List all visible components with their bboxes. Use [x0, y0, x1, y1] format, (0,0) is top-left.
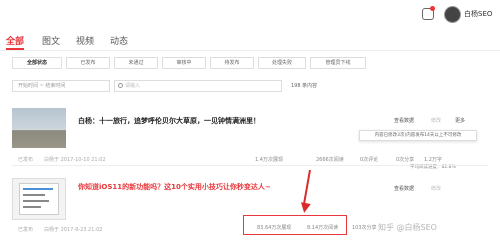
stat-words: 1.2万字 [424, 157, 442, 163]
status-filter-scheduled[interactable]: 待发布 [210, 57, 254, 69]
tab-all[interactable]: 全部 [6, 34, 24, 47]
stat-comments: 0次评论 [360, 157, 379, 163]
thumbnail-line [23, 200, 49, 202]
article-status: 已发布 [18, 157, 34, 163]
stat-reads: 2666次阅读 [316, 157, 344, 163]
edit-button[interactable]: 修改 [431, 185, 441, 192]
tab-moments[interactable]: 动态 [110, 34, 128, 47]
top-bar: 白杨SEO [0, 0, 500, 30]
annotation-arrow [302, 169, 311, 206]
view-data-button[interactable]: 查看数据 [394, 117, 414, 124]
status-filter-published[interactable]: 已发布 [66, 57, 110, 69]
status-filter-reviewing[interactable]: 审核中 [162, 57, 206, 69]
tab-video[interactable]: 视频 [76, 34, 94, 47]
article-title[interactable]: 白杨：十一旅行，追梦呼伦贝尔大草原，一见钟情满洲里！ [78, 116, 260, 126]
search-icon [118, 83, 123, 88]
article-time: 白杨于 2017-10-10 21:02 [44, 157, 106, 163]
stat-impressions: 1.4万次展现 [255, 157, 283, 163]
edit-button[interactable]: 修改 [431, 117, 441, 124]
total-count: 198 条内容 [291, 83, 318, 89]
tab-article[interactable]: 图文 [42, 34, 60, 47]
article-time: 白杨于 2017-9-23 21:02 [44, 227, 103, 233]
watermark: 知乎 @白杨SEO [378, 223, 437, 232]
search-input[interactable]: 请输入 [114, 80, 282, 92]
user-name[interactable]: 白杨SEO [464, 9, 492, 19]
stat-shares: 0次分享 [396, 157, 415, 163]
date-range-picker[interactable]: 开始时间 ~ 结束时间 [12, 80, 110, 92]
thumbnail-line [23, 188, 53, 190]
thumbnail-line [23, 194, 45, 196]
divider [0, 50, 500, 51]
arrow-head-icon [299, 202, 311, 214]
status-filter-admin-offline[interactable]: 管理员下线 [310, 57, 366, 69]
avatar[interactable] [444, 6, 461, 23]
view-data-button[interactable]: 查看数据 [394, 185, 414, 192]
status-filter-rejected[interactable]: 未通过 [114, 57, 158, 69]
status-filter-all[interactable]: 全部状态 [12, 57, 62, 69]
edit-limit-tooltip: 内容已修改3次(内容发布14天以上不可修改 [359, 130, 477, 141]
highlight-box [243, 215, 347, 235]
more-button[interactable]: 更多 [455, 117, 465, 124]
article-thumbnail[interactable] [12, 108, 66, 148]
stat-shares: 103次分享 [352, 225, 377, 231]
article-title[interactable]: 你知道iOS11的新功能吗？这10个实用小技巧让你秒变达人~ [78, 182, 271, 192]
thumbnail-image [19, 183, 59, 215]
status-filter-failed[interactable]: 处理失败 [258, 57, 306, 69]
row-divider [12, 165, 488, 166]
notification-badge [430, 6, 435, 11]
thumbnail-line [23, 206, 41, 208]
article-status: 已发布 [18, 227, 34, 233]
article-thumbnail[interactable] [12, 178, 66, 220]
